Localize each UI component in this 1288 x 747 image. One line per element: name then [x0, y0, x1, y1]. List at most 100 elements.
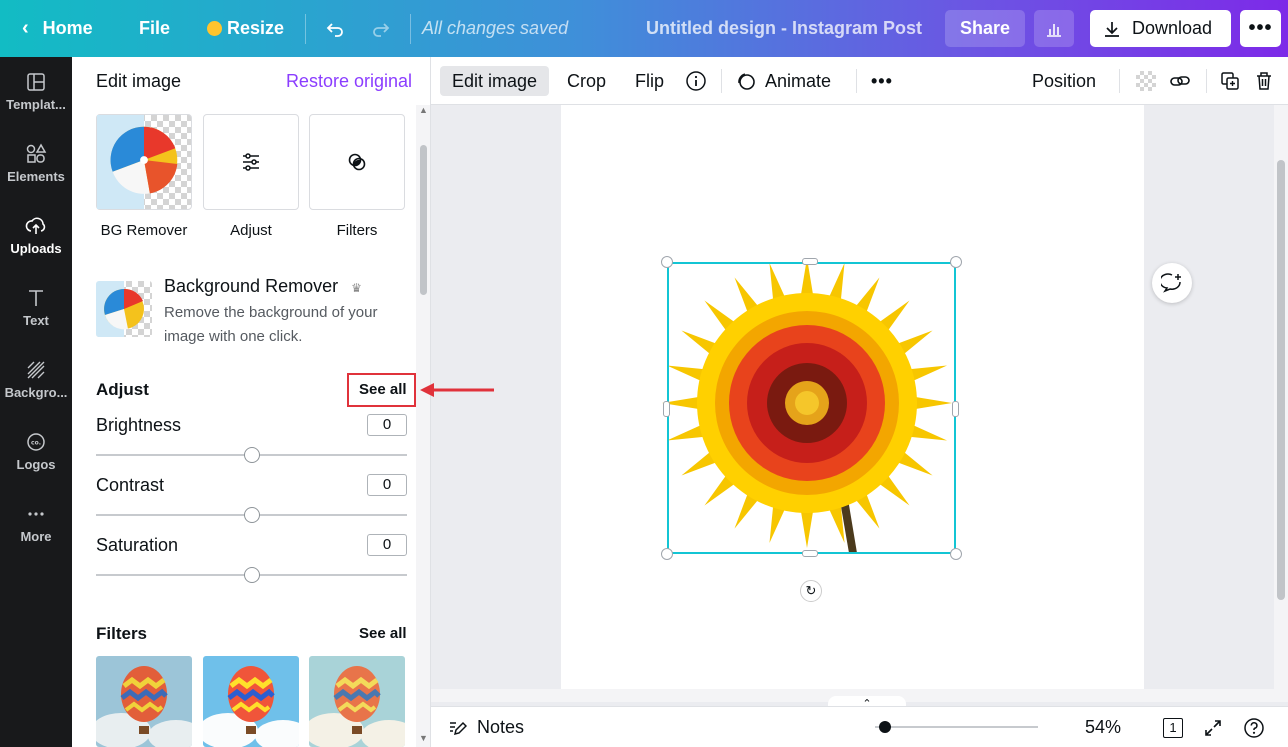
bar-chart-icon: [1047, 23, 1061, 37]
bg-remover-title[interactable]: Background Remover ♛: [164, 276, 362, 297]
info-icon: [686, 71, 706, 91]
resize-handle[interactable]: [952, 401, 959, 417]
link-button[interactable]: [1169, 66, 1191, 96]
transparency-button[interactable]: [1136, 66, 1156, 96]
more-options-button[interactable]: •••: [1240, 10, 1281, 47]
page-count-button[interactable]: 1: [1163, 707, 1183, 747]
bg-remover-thumbnail[interactable]: [96, 281, 152, 337]
logos-icon: co.: [27, 432, 45, 451]
notes-button[interactable]: Notes: [447, 707, 524, 747]
rail-label: Elements: [7, 168, 65, 184]
animate-icon: [738, 73, 755, 90]
file-menu[interactable]: File: [139, 0, 170, 57]
canvas-vertical-scrollbar-thumb[interactable]: [1277, 160, 1285, 600]
saturation-slider-knob[interactable]: [244, 567, 260, 583]
adjust-tile[interactable]: [203, 114, 299, 210]
saturation-label: Saturation: [96, 535, 179, 555]
share-button[interactable]: Share: [945, 10, 1025, 47]
notes-icon: [450, 721, 467, 735]
rotate-handle[interactable]: ↻: [800, 580, 822, 602]
resize-handle[interactable]: [661, 256, 673, 268]
zoom-value[interactable]: 54%: [1085, 707, 1121, 747]
filters-tile[interactable]: [309, 114, 405, 210]
flip-button[interactable]: Flip: [635, 66, 664, 96]
resize-handle[interactable]: [663, 401, 670, 417]
filter-thumbnail[interactable]: [96, 656, 192, 747]
rail-item-templates[interactable]: Templat...: [0, 59, 72, 123]
panel-scrollbar-thumb[interactable]: [420, 145, 427, 295]
delete-button[interactable]: [1253, 66, 1275, 96]
fullscreen-button[interactable]: [1203, 707, 1223, 747]
brightness-slider-knob[interactable]: [244, 447, 260, 463]
rail-label: Templat...: [6, 96, 66, 112]
download-icon: [1105, 21, 1119, 37]
trash-icon: [1257, 72, 1271, 90]
document-title[interactable]: Untitled design - Instagram Post: [646, 0, 922, 57]
animate-button[interactable]: Animate: [735, 66, 831, 96]
bg-remover-tile[interactable]: [96, 114, 192, 210]
zoom-slider-knob[interactable]: [879, 721, 891, 733]
rotate-icon: ↻: [805, 583, 817, 598]
sliders-icon: [243, 153, 259, 171]
more-tools-button[interactable]: •••: [871, 66, 893, 96]
contrast-label: Contrast: [96, 475, 165, 495]
redo-icon: [373, 22, 390, 37]
context-toolbar: Edit image Crop Flip Animate ••• Positio…: [431, 57, 1288, 105]
zoom-slider[interactable]: [875, 726, 1038, 728]
insights-button[interactable]: [1034, 10, 1074, 47]
expand-icon: [1205, 719, 1221, 736]
resize-button[interactable]: Resize: [207, 0, 284, 57]
highlight-box: [347, 373, 416, 407]
undo-button[interactable]: [325, 0, 345, 57]
rail-item-logos[interactable]: co. Logos: [0, 419, 72, 483]
panel-title: Edit image: [96, 71, 182, 91]
rail-item-background[interactable]: Backgro...: [0, 347, 72, 411]
transparency-icon: [1136, 71, 1156, 91]
resize-handle[interactable]: [802, 550, 818, 557]
restore-original-link[interactable]: Restore original: [286, 71, 412, 92]
edit-image-button[interactable]: Edit image: [440, 66, 550, 96]
contrast-value[interactable]: 0: [367, 474, 407, 496]
resize-handle[interactable]: [661, 548, 673, 560]
save-status: All changes saved: [422, 18, 569, 38]
svg-text:co.: co.: [31, 439, 41, 446]
redo-button[interactable]: [371, 0, 391, 57]
crop-button[interactable]: Crop: [567, 66, 606, 96]
divider: [410, 14, 411, 44]
chevron-left-icon: ‹: [22, 17, 29, 39]
selection-box[interactable]: [667, 262, 956, 554]
info-button[interactable]: [685, 66, 707, 96]
position-button[interactable]: Position: [1032, 66, 1096, 96]
home-button[interactable]: ‹ Home: [22, 0, 93, 57]
duplicate-button[interactable]: [1219, 66, 1241, 96]
saturation-value[interactable]: 0: [367, 534, 407, 556]
resize-handle[interactable]: [950, 548, 962, 560]
filter-thumbnail[interactable]: [203, 656, 299, 747]
bottom-bar: Notes 54% 1: [431, 706, 1288, 747]
help-button[interactable]: [1243, 707, 1265, 747]
filters-see-all-link[interactable]: See all: [359, 625, 407, 642]
filter-thumbnail[interactable]: [309, 656, 405, 747]
download-button[interactable]: Download: [1090, 10, 1231, 47]
more-icon: [28, 511, 44, 516]
rail-item-elements[interactable]: Elements: [0, 131, 72, 195]
resize-handle[interactable]: [802, 258, 818, 265]
beach-ball-image: [96, 281, 144, 337]
left-rail: Templat... Elements Uploads Text Backgro…: [0, 57, 72, 747]
contrast-slider-knob[interactable]: [244, 507, 260, 523]
crown-icon: ♛: [351, 281, 362, 295]
add-comment-button[interactable]: [1152, 263, 1192, 303]
rail-item-more[interactable]: More: [0, 491, 72, 555]
resize-label: Resize: [227, 18, 285, 38]
rail-label: More: [20, 528, 52, 544]
top-bar: ‹ Home File Resize All changes saved Unt…: [0, 0, 1288, 57]
brightness-value[interactable]: 0: [367, 414, 407, 436]
home-label: Home: [42, 18, 93, 38]
divider: [856, 69, 857, 93]
rail-label: Logos: [16, 456, 56, 472]
bg-remover-title-text: Background Remover: [164, 276, 339, 296]
resize-handle[interactable]: [950, 256, 962, 268]
background-icon: [27, 361, 45, 378]
rail-item-text[interactable]: Text: [0, 275, 72, 339]
rail-item-uploads[interactable]: Uploads: [0, 203, 72, 267]
